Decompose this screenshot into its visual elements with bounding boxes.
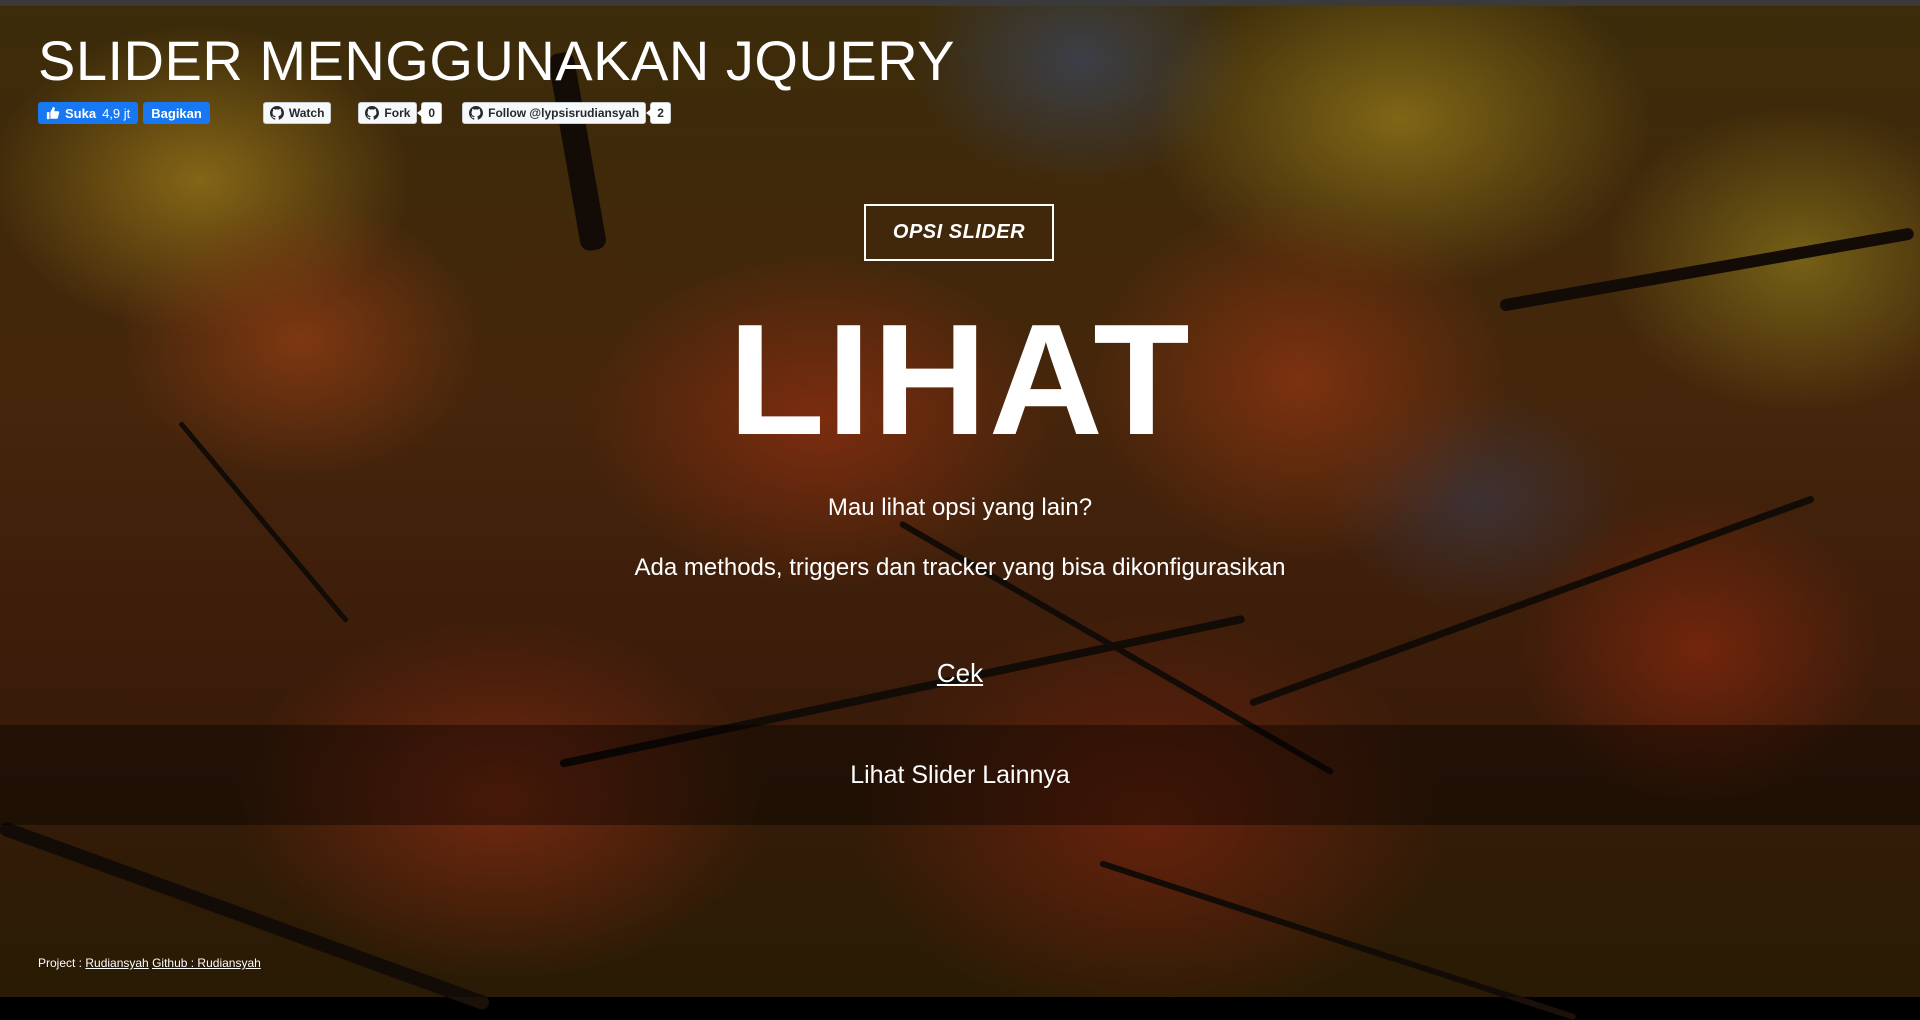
hero-subtitle: Mau lihat opsi yang lain? bbox=[827, 494, 1093, 521]
github-follow-button[interactable]: Follow @lypsisrudiansyah bbox=[462, 102, 647, 124]
github-follow-count[interactable]: 2 bbox=[646, 102, 671, 124]
footer-project-label: Project : bbox=[38, 956, 83, 970]
facebook-share-button[interactable]: Bagikan bbox=[143, 102, 210, 124]
facebook-like-label: Suka bbox=[65, 105, 97, 121]
more-sliders-label: Lihat Slider Lainnya bbox=[850, 760, 1070, 789]
social-buttons: Suka 4,9 jt Bagikan Watch Fork 0 Follow … bbox=[38, 101, 671, 125]
github-icon bbox=[469, 106, 484, 120]
opsi-slider-button[interactable]: OPSI SLIDER bbox=[864, 204, 1054, 261]
hero-headline: LIHAT bbox=[728, 292, 1192, 468]
thumbs-up-icon bbox=[46, 106, 60, 120]
more-sliders-band[interactable]: Lihat Slider Lainnya bbox=[0, 725, 1920, 825]
hero-description: Ada methods, triggers dan tracker yang b… bbox=[634, 554, 1286, 581]
github-follow-group: Follow @lypsisrudiansyah 2 bbox=[462, 102, 671, 124]
github-fork-count[interactable]: 0 bbox=[417, 102, 443, 124]
facebook-like-count: 4,9 jt bbox=[102, 105, 131, 121]
github-watch-label: Watch bbox=[288, 106, 325, 120]
github-watch-group: Watch bbox=[262, 102, 332, 124]
facebook-share-label: Bagikan bbox=[151, 105, 202, 121]
footer-project-link[interactable]: Rudiansyah bbox=[85, 956, 148, 970]
github-fork-button[interactable]: Fork bbox=[358, 102, 418, 124]
footer-github-link[interactable]: Github : Rudiansyah bbox=[152, 956, 261, 970]
github-fork-label: Fork bbox=[384, 106, 411, 120]
facebook-like-button[interactable]: Suka 4,9 jt bbox=[38, 102, 139, 124]
github-watch-button[interactable]: Watch bbox=[262, 102, 332, 124]
github-fork-group: Fork 0 bbox=[358, 102, 443, 124]
cek-link[interactable]: Cek bbox=[0, 658, 1920, 689]
page-title: SLIDER MENGGUNAKAN JQUERY bbox=[38, 29, 955, 92]
footer: Project : Rudiansyah Github : Rudiansyah bbox=[38, 956, 261, 970]
github-icon bbox=[269, 106, 284, 120]
top-border bbox=[0, 0, 1920, 6]
github-icon bbox=[365, 106, 380, 120]
github-follow-label: Follow @lypsisrudiansyah bbox=[488, 106, 640, 120]
